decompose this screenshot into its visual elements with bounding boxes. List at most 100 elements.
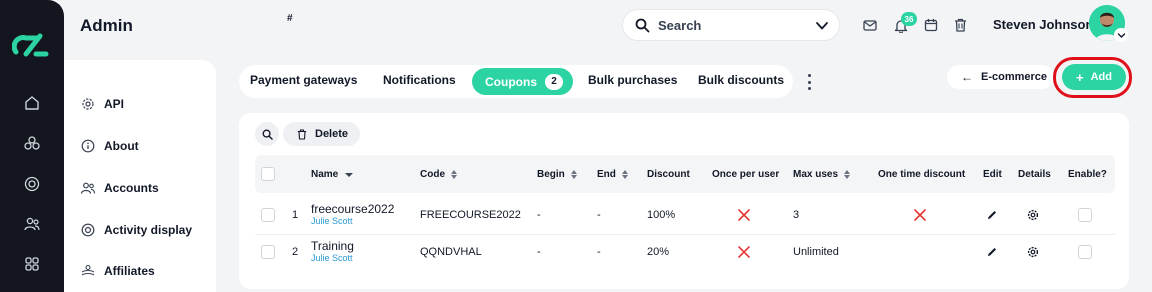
tab-bar: Payment gateways Notifications Coupons 2… <box>239 65 793 98</box>
back-label: E-commerce <box>981 71 1048 83</box>
users-icon[interactable] <box>20 212 44 236</box>
delete-label: Delete <box>315 128 349 140</box>
edit-pencil-icon[interactable] <box>986 246 998 258</box>
tab-notifications[interactable]: Notifications <box>383 73 456 87</box>
row-number: 2 <box>292 246 299 258</box>
search-icon <box>635 18 650 33</box>
cross-icon <box>738 246 750 258</box>
more-options-icon[interactable] <box>805 74 813 90</box>
coupon-max-uses: Unlimited <box>793 246 839 258</box>
tab-bulk-discounts[interactable]: Bulk discounts <box>698 73 784 87</box>
plus-icon: + <box>1076 69 1084 85</box>
delete-button[interactable]: Delete <box>283 122 360 146</box>
add-label: Add <box>1090 71 1112 83</box>
user-menu-chevron-icon[interactable] <box>1114 28 1128 42</box>
coupon-owner-link[interactable]: Julie Scott <box>311 216 353 226</box>
cross-icon <box>914 209 926 221</box>
edit-pencil-icon[interactable] <box>986 209 998 221</box>
row-checkbox[interactable] <box>261 208 275 222</box>
side-menu-label: Affiliates <box>104 264 155 278</box>
search-input[interactable]: Search <box>622 9 840 41</box>
notification-badge: 36 <box>901 12 917 26</box>
page-title: Admin <box>80 16 133 35</box>
app-logo[interactable] <box>12 30 52 60</box>
side-menu-label: API <box>104 97 125 111</box>
home-icon[interactable] <box>20 91 44 115</box>
ecommerce-back-button[interactable]: ← E-commerce <box>947 65 1054 89</box>
arrow-left-icon: ← <box>961 70 973 84</box>
gear-icon <box>80 96 96 112</box>
calendar-icon[interactable] <box>922 16 940 34</box>
tab-count-badge: 2 <box>545 73 563 90</box>
side-menu-item-accounts[interactable]: Accounts <box>80 178 159 198</box>
coupon-end: - <box>597 209 601 221</box>
search-icon <box>262 129 273 140</box>
coupon-begin: - <box>537 246 541 258</box>
side-menu-label: Accounts <box>104 181 159 195</box>
sort-icon <box>451 170 457 179</box>
trash-icon[interactable] <box>951 16 969 34</box>
tab-coupons[interactable]: Coupons 2 <box>472 68 573 95</box>
column-header-details: Details <box>1018 169 1051 180</box>
column-header-code[interactable]: Code <box>420 169 457 180</box>
side-menu-item-activity-display[interactable]: Activity display <box>80 220 192 240</box>
column-label: Name <box>311 169 339 180</box>
settings-side-menu: API About Accounts Activity display Affi… <box>64 60 216 292</box>
trash-icon <box>297 128 307 140</box>
column-header-one-time-discount: One time discount <box>878 169 966 180</box>
coupon-code: FREECOURSE2022 <box>420 209 521 221</box>
side-menu-label: Activity display <box>104 223 193 237</box>
sort-icon <box>570 170 577 179</box>
coupons-card <box>239 113 1129 289</box>
row-number: 1 <box>292 209 299 221</box>
tab-bulk-purchases[interactable]: Bulk purchases <box>588 73 677 87</box>
column-label: Code <box>420 169 445 180</box>
tab-payment-gateways[interactable]: Payment gateways <box>250 73 357 87</box>
select-all-checkbox[interactable] <box>261 167 275 181</box>
sort-icon <box>621 170 628 179</box>
row-checkbox[interactable] <box>261 245 275 259</box>
column-header-max-uses[interactable]: Max uses <box>793 169 851 180</box>
mail-icon[interactable] <box>861 16 879 34</box>
coupon-code: QQNDVHAL <box>420 246 482 258</box>
column-header-once-per-user: Once per user <box>712 169 780 180</box>
column-header-edit: Edit <box>983 169 1002 180</box>
coupon-name: Training <box>311 239 354 253</box>
target-icon[interactable] <box>20 172 44 196</box>
details-gear-icon[interactable] <box>1027 246 1039 258</box>
affiliates-icon <box>80 263 96 279</box>
column-header-begin[interactable]: Begin <box>537 169 577 180</box>
info-icon <box>80 138 96 154</box>
grid-icon[interactable] <box>20 252 44 276</box>
modules-icon[interactable] <box>20 131 44 155</box>
row-divider <box>255 234 1115 235</box>
details-gear-icon[interactable] <box>1027 209 1039 221</box>
target-icon <box>80 222 96 238</box>
caret-down-icon <box>345 172 354 177</box>
coupon-name: freecourse2022 <box>311 202 395 216</box>
cross-icon <box>738 209 750 221</box>
side-menu-item-affiliates[interactable]: Affiliates <box>80 261 155 281</box>
column-label: End <box>597 169 616 180</box>
left-rail <box>0 0 64 292</box>
column-header-number: # <box>287 13 293 24</box>
column-label: Begin <box>537 169 565 180</box>
chevron-down-icon[interactable] <box>815 19 829 33</box>
column-header-end[interactable]: End <box>597 169 628 180</box>
user-name[interactable]: Steven Johnson <box>993 17 1093 32</box>
coupon-owner-link[interactable]: Julie Scott <box>311 253 353 263</box>
column-label: Max uses <box>793 169 839 180</box>
coupon-end: - <box>597 246 601 258</box>
enable-checkbox[interactable] <box>1078 208 1092 222</box>
add-button[interactable]: + Add <box>1062 64 1126 90</box>
enable-checkbox[interactable] <box>1078 245 1092 259</box>
tab-label: Coupons <box>485 74 537 89</box>
side-menu-label: About <box>104 139 139 153</box>
coupon-begin: - <box>537 209 541 221</box>
side-menu-item-api[interactable]: API <box>80 94 124 114</box>
column-header-discount: Discount <box>647 169 690 180</box>
sort-icon <box>844 170 851 179</box>
column-header-name[interactable]: Name <box>311 169 354 180</box>
table-search-button[interactable] <box>255 122 279 146</box>
side-menu-item-about[interactable]: About <box>80 136 139 156</box>
